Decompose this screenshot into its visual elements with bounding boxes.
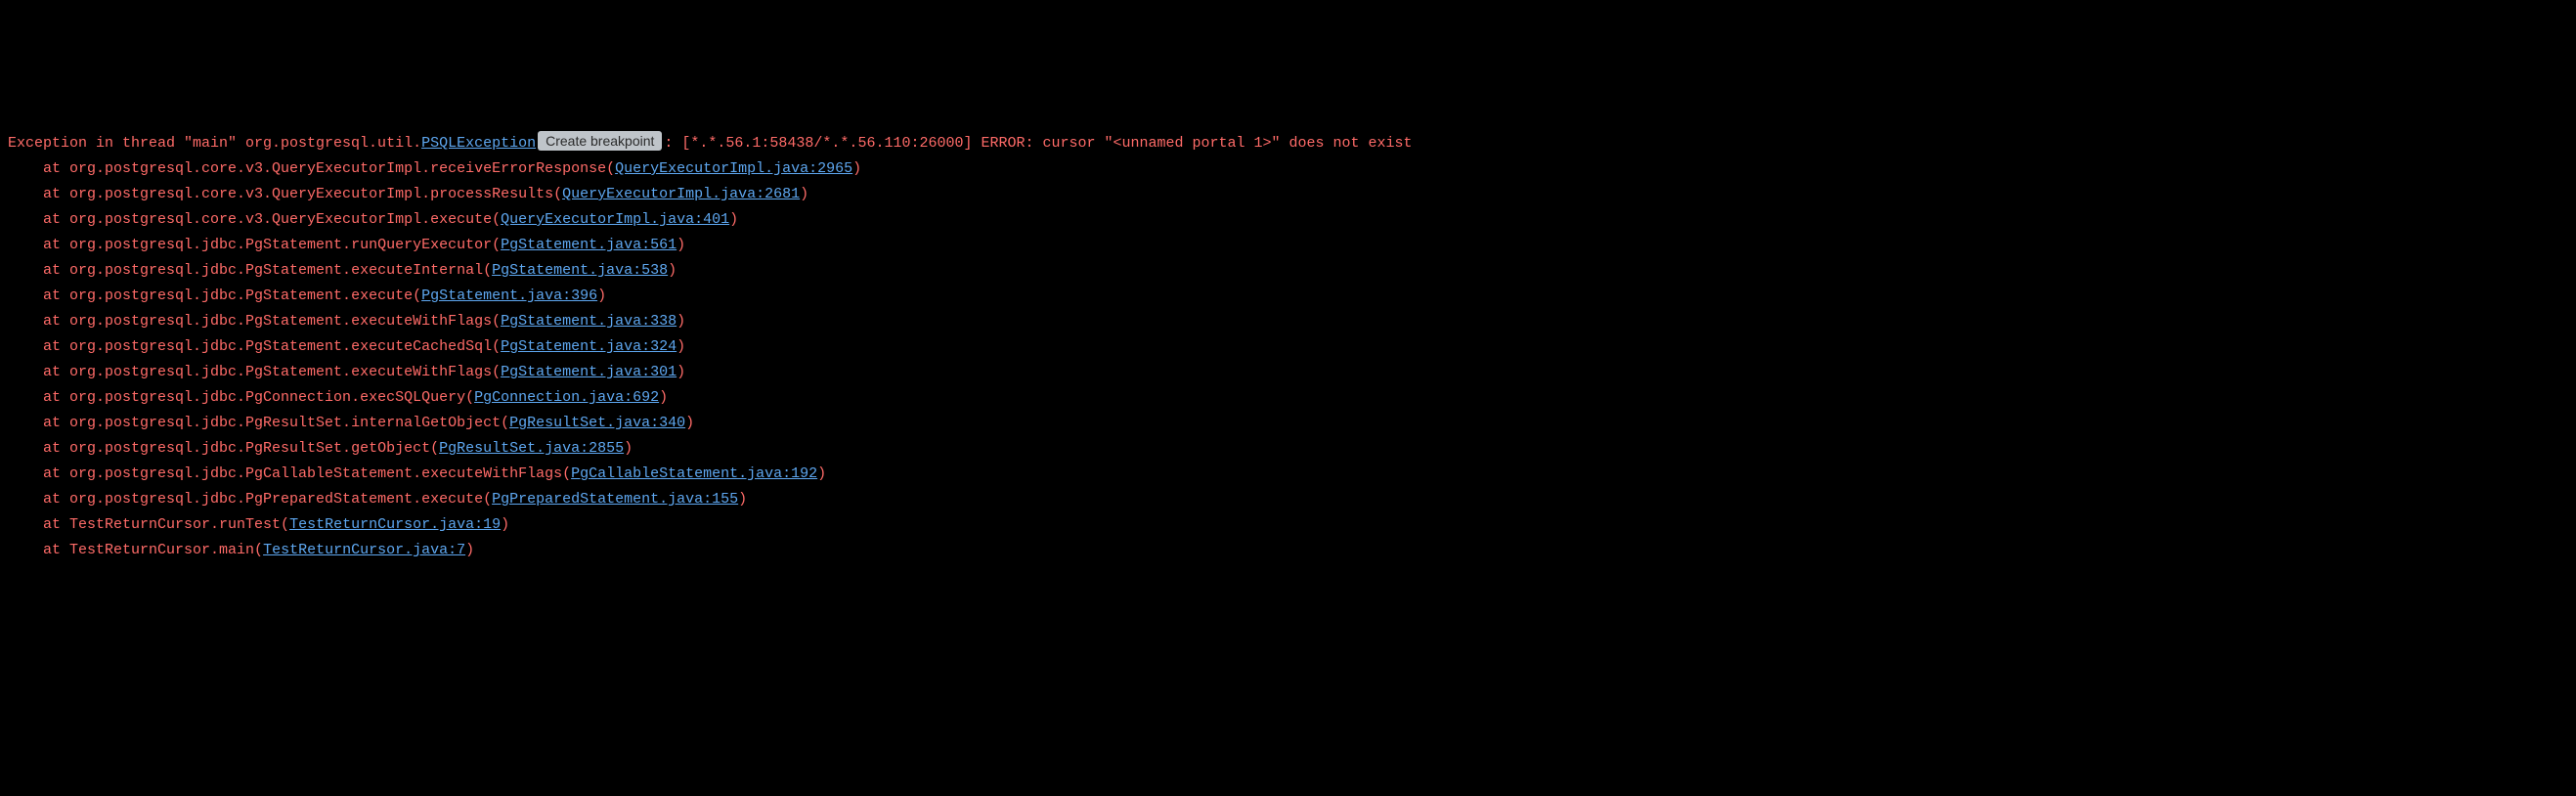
- frame-source-link[interactable]: TestReturnCursor.java:19: [289, 516, 501, 533]
- frame-method: org.postgresql.core.v3.QueryExecutorImpl…: [69, 160, 615, 177]
- frame-close: ): [465, 542, 474, 558]
- frame-close: ): [685, 415, 694, 431]
- frame-method: org.postgresql.core.v3.QueryExecutorImpl…: [69, 211, 501, 228]
- frame-close: ): [817, 465, 826, 482]
- stack-frame: at org.postgresql.jdbc.PgCallableStateme…: [8, 462, 2568, 487]
- frame-source-link[interactable]: PgConnection.java:692: [474, 389, 659, 406]
- frame-close: ): [501, 516, 509, 533]
- frame-method: org.postgresql.jdbc.PgStatement.executeW…: [69, 313, 501, 330]
- frame-method: org.postgresql.jdbc.PgStatement.executeC…: [69, 338, 501, 355]
- frame-at: at: [8, 287, 69, 304]
- stack-frame: at org.postgresql.jdbc.PgStatement.execu…: [8, 309, 2568, 334]
- stack-frame: at org.postgresql.core.v3.QueryExecutorI…: [8, 156, 2568, 182]
- frame-source-link[interactable]: PgStatement.java:538: [492, 262, 668, 279]
- frame-at: at: [8, 186, 69, 202]
- frame-close: ): [597, 287, 606, 304]
- frame-source-link[interactable]: QueryExecutorImpl.java:401: [501, 211, 729, 228]
- stack-frame: at org.postgresql.jdbc.PgConnection.exec…: [8, 385, 2568, 411]
- stack-frame: at org.postgresql.jdbc.PgStatement.execu…: [8, 258, 2568, 284]
- frame-source-link[interactable]: PgStatement.java:301: [501, 364, 677, 380]
- frame-source-link[interactable]: PgStatement.java:396: [421, 287, 597, 304]
- stack-trace-console: Exception in thread "main" org.postgresq…: [0, 127, 2576, 567]
- frame-close: ): [852, 160, 861, 177]
- frame-method: org.postgresql.jdbc.PgStatement.executeI…: [69, 262, 492, 279]
- frame-at: at: [8, 338, 69, 355]
- frame-at: at: [8, 516, 69, 533]
- frame-source-link[interactable]: PgResultSet.java:2855: [439, 440, 624, 457]
- frame-method: org.postgresql.jdbc.PgStatement.execute(: [69, 287, 421, 304]
- frame-at: at: [8, 389, 69, 406]
- frame-close: ): [677, 313, 685, 330]
- stack-frame: at org.postgresql.jdbc.PgStatement.execu…: [8, 334, 2568, 360]
- frame-at: at: [8, 262, 69, 279]
- frame-method: TestReturnCursor.main(: [69, 542, 263, 558]
- frame-at: at: [8, 465, 69, 482]
- stack-frame: at org.postgresql.jdbc.PgStatement.execu…: [8, 360, 2568, 385]
- exception-header-line: Exception in thread "main" org.postgresq…: [8, 131, 2568, 156]
- frame-at: at: [8, 415, 69, 431]
- frame-source-link[interactable]: QueryExecutorImpl.java:2965: [615, 160, 852, 177]
- frame-method: org.postgresql.jdbc.PgCallableStatement.…: [69, 465, 571, 482]
- frame-close: ): [677, 364, 685, 380]
- frame-source-link[interactable]: QueryExecutorImpl.java:2681: [562, 186, 800, 202]
- frame-method: org.postgresql.jdbc.PgPreparedStatement.…: [69, 491, 492, 508]
- frame-close: ): [729, 211, 738, 228]
- frame-method: org.postgresql.jdbc.PgConnection.execSQL…: [69, 389, 474, 406]
- frame-close: ): [659, 389, 668, 406]
- frame-source-link[interactable]: PgStatement.java:324: [501, 338, 677, 355]
- frame-method: org.postgresql.jdbc.PgStatement.executeW…: [69, 364, 501, 380]
- stack-frame: at org.postgresql.jdbc.PgStatement.runQu…: [8, 233, 2568, 258]
- frame-method: org.postgresql.core.v3.QueryExecutorImpl…: [69, 186, 562, 202]
- frame-source-link[interactable]: TestReturnCursor.java:7: [263, 542, 465, 558]
- frame-at: at: [8, 440, 69, 457]
- exception-prefix: Exception in thread "main" org.postgresq…: [8, 135, 421, 152]
- frame-at: at: [8, 211, 69, 228]
- stack-frame: at org.postgresql.jdbc.PgPreparedStateme…: [8, 487, 2568, 512]
- frame-source-link[interactable]: PgStatement.java:338: [501, 313, 677, 330]
- frame-source-link[interactable]: PgStatement.java:561: [501, 237, 677, 253]
- exception-message: : [*.*.56.1:58438/*.*.56.110:26000] ERRO…: [664, 135, 1412, 152]
- frame-method: TestReturnCursor.runTest(: [69, 516, 289, 533]
- stack-frame: at org.postgresql.core.v3.QueryExecutorI…: [8, 182, 2568, 207]
- frame-method: org.postgresql.jdbc.PgResultSet.getObjec…: [69, 440, 439, 457]
- frame-source-link[interactable]: PgCallableStatement.java:192: [571, 465, 817, 482]
- frame-source-link[interactable]: PgPreparedStatement.java:155: [492, 491, 738, 508]
- frame-at: at: [8, 160, 69, 177]
- frame-close: ): [738, 491, 747, 508]
- frame-at: at: [8, 542, 69, 558]
- frame-at: at: [8, 237, 69, 253]
- frame-source-link[interactable]: PgResultSet.java:340: [509, 415, 685, 431]
- stack-frame: at org.postgresql.jdbc.PgResultSet.getOb…: [8, 436, 2568, 462]
- frame-at: at: [8, 491, 69, 508]
- frame-close: ): [624, 440, 633, 457]
- frame-method: org.postgresql.jdbc.PgResultSet.internal…: [69, 415, 509, 431]
- frame-at: at: [8, 313, 69, 330]
- exception-class-link[interactable]: PSQLException: [421, 135, 536, 152]
- frame-close: ): [800, 186, 808, 202]
- frame-close: ): [677, 237, 685, 253]
- stack-frame: at org.postgresql.core.v3.QueryExecutorI…: [8, 207, 2568, 233]
- stack-frame: at org.postgresql.jdbc.PgResultSet.inter…: [8, 411, 2568, 436]
- stack-frame: at TestReturnCursor.runTest(TestReturnCu…: [8, 512, 2568, 538]
- frame-close: ): [668, 262, 677, 279]
- create-breakpoint-button[interactable]: Create breakpoint: [538, 131, 662, 151]
- frame-at: at: [8, 364, 69, 380]
- stack-frame: at TestReturnCursor.main(TestReturnCurso…: [8, 538, 2568, 563]
- frame-close: ): [677, 338, 685, 355]
- stack-frame: at org.postgresql.jdbc.PgStatement.execu…: [8, 284, 2568, 309]
- frame-method: org.postgresql.jdbc.PgStatement.runQuery…: [69, 237, 501, 253]
